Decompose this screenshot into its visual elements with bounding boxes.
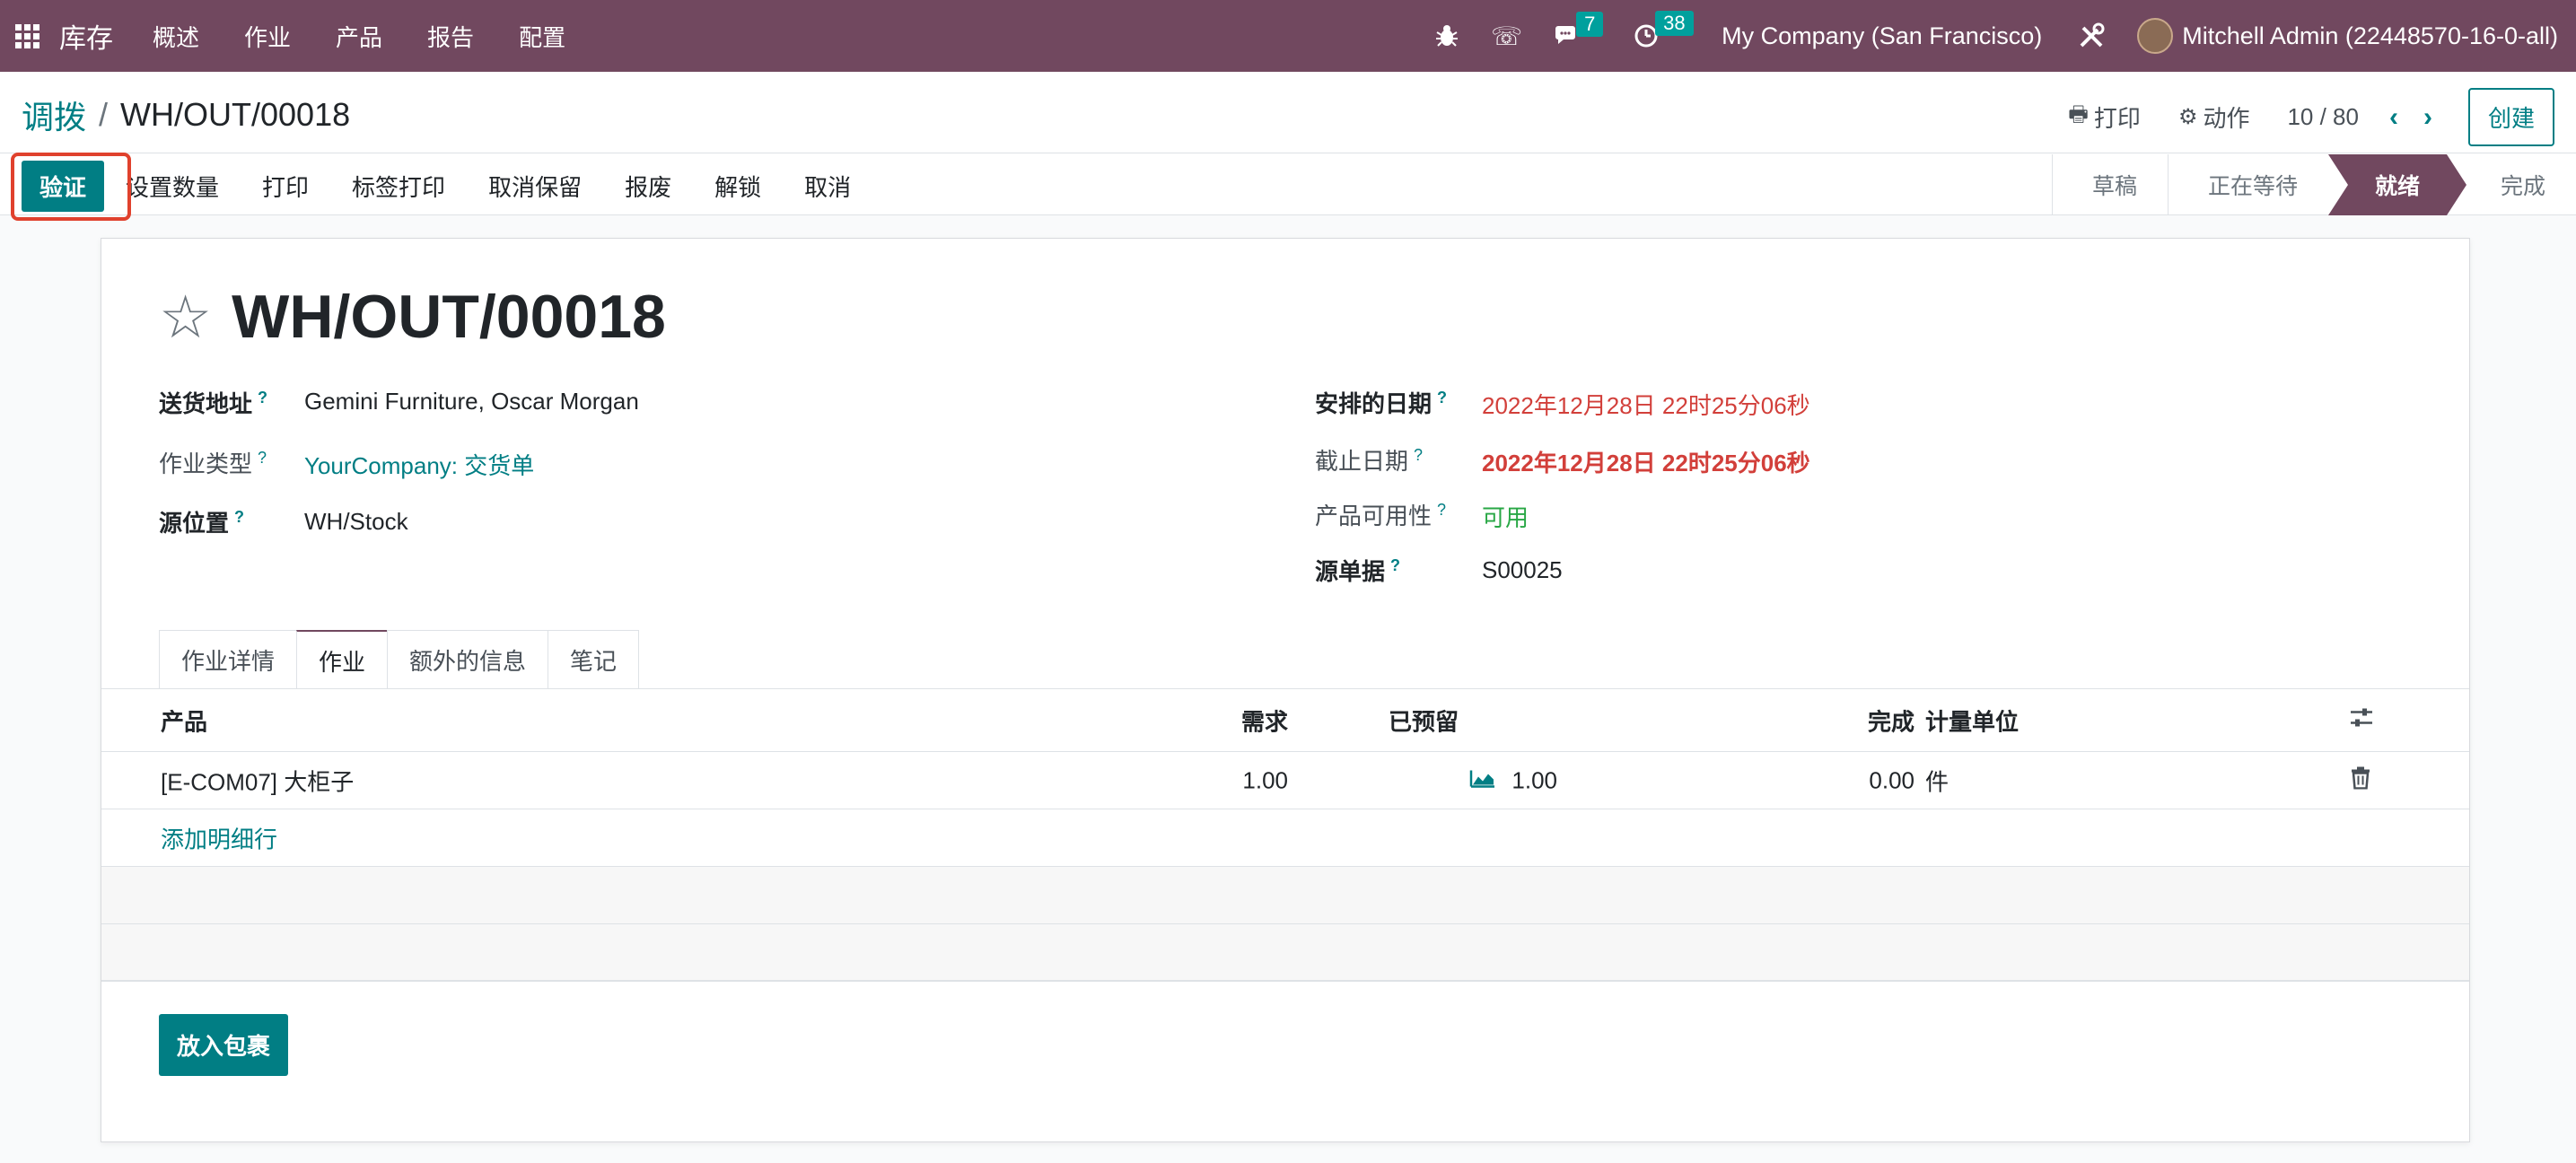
print-dropdown-label: 打印 (2093, 105, 2141, 132)
form-sheet: ☆ WH/OUT/00018 送货地址? Gemini Furniture, O… (101, 238, 2470, 1142)
row-product[interactable]: [E-COM07] 大柜子 (161, 764, 354, 797)
operation-type-label: 作业类型? (159, 449, 267, 477)
pager-previous-icon[interactable]: ‹ (2389, 102, 2398, 133)
control-panel: 调拨 / WH/OUT/00018 🖶 打印 ⚙ 动作 10 / 80 ‹ › … (0, 72, 2576, 215)
row-demand[interactable]: 1.00 (1242, 766, 1288, 794)
main-menu: 概述 作业 产品 报告 配置 (153, 20, 610, 53)
source-document-label: 源单据? (1315, 556, 1401, 585)
messages-count-badge: 7 (1576, 12, 1604, 37)
create-button[interactable]: 创建 (2467, 88, 2554, 146)
row-uom[interactable]: 件 (1925, 764, 1949, 797)
empty-row (101, 867, 2469, 924)
messages-icon[interactable]: 7 (1555, 12, 1604, 48)
status-draft[interactable]: 草稿 (2051, 154, 2168, 215)
activities-clock-icon[interactable]: 38 (1634, 11, 1694, 48)
delivery-address-value[interactable]: Gemini Furniture, Oscar Morgan (304, 388, 639, 415)
row-reserved: 1.00 (1511, 766, 1557, 793)
table-row[interactable]: [E-COM07] 大柜子 1.00 1.00 0.00 件 (101, 752, 2469, 809)
breadcrumb: 调拨 / WH/OUT/00018 (22, 92, 350, 138)
star-icon[interactable]: ☆ (159, 287, 212, 346)
record-title: WH/OUT/00018 (232, 283, 666, 351)
row-done[interactable]: 0.00 (1869, 766, 1914, 794)
tab-additional-info[interactable]: 额外的信息 (387, 630, 549, 689)
operations-table: 产品 需求 已预留 完成 计量单位 [E-COM07] 大柜子 1.00 1.0… (101, 689, 2469, 982)
menu-overview[interactable]: 概述 (153, 20, 199, 53)
empty-row (101, 924, 2469, 982)
add-line-link[interactable]: 添加明细行 (161, 821, 277, 854)
menu-configuration[interactable]: 配置 (519, 20, 565, 53)
apps-menu-button[interactable] (0, 0, 54, 72)
company-switcher[interactable]: My Company (San Francisco) (1722, 22, 2042, 50)
optional-columns-icon[interactable] (2349, 705, 2374, 735)
add-line-row: 添加明细行 (101, 809, 2469, 867)
tab-note[interactable]: 笔记 (548, 630, 640, 689)
phone-icon[interactable]: ☏ (1491, 22, 1522, 51)
pager-next-icon[interactable]: › (2423, 102, 2432, 133)
app-name[interactable]: 库存 (59, 16, 113, 56)
status-ready[interactable]: 就绪 (2328, 154, 2466, 215)
delivery-address-label: 送货地址? (159, 389, 268, 417)
scrap-button[interactable]: 报废 (625, 170, 671, 203)
apps-grid-icon (14, 23, 39, 48)
tab-operations[interactable]: 作业 (296, 630, 389, 689)
breadcrumb-current: WH/OUT/00018 (120, 96, 351, 133)
header-done[interactable]: 完成 (1868, 704, 1914, 737)
bug-icon[interactable] (1435, 23, 1459, 48)
notebook-tabs: 作业详情 作业 额外的信息 笔记 (159, 630, 640, 689)
validate-highlight-box (11, 153, 131, 221)
top-navbar: 库存 概述 作业 产品 报告 配置 ☏ 7 38 My Company (San… (0, 0, 2576, 72)
tab-operation-details[interactable]: 作业详情 (159, 630, 298, 689)
activities-count-badge: 38 (1655, 11, 1694, 36)
set-quantities-button[interactable]: 设置数量 (126, 170, 219, 203)
header-demand[interactable]: 需求 (1241, 704, 1288, 737)
source-document-value[interactable]: S00025 (1482, 556, 1563, 584)
menu-reporting[interactable]: 报告 (427, 20, 474, 53)
table-header: 产品 需求 已预留 完成 计量单位 (101, 689, 2469, 752)
action-dropdown-label: 动作 (2203, 105, 2250, 132)
deadline-value: 2022年12月28日 22时25分06秒 (1482, 450, 1810, 477)
status-waiting[interactable]: 正在等待 (2167, 154, 2328, 215)
user-name: Mitchell Admin (22448570-16-0-all) (2182, 22, 2558, 49)
availability-label: 产品可用性? (1315, 501, 1447, 529)
breadcrumb-separator: / (99, 96, 109, 133)
user-avatar (2137, 18, 2174, 54)
action-dropdown-button[interactable]: ⚙ 动作 (2178, 101, 2250, 134)
source-location-value[interactable]: WH/Stock (304, 508, 408, 536)
print-button[interactable]: 打印 (262, 170, 309, 203)
trash-icon[interactable] (2351, 765, 2370, 795)
gear-icon: ⚙ (2177, 105, 2198, 129)
scheduled-date-value[interactable]: 2022年12月28日 22时25分06秒 (1482, 388, 1810, 421)
header-product[interactable]: 产品 (161, 704, 207, 737)
operation-type-value[interactable]: YourCompany: 交货单 (304, 448, 534, 481)
put-in-pack-button[interactable]: 放入包裹 (159, 1014, 289, 1076)
breadcrumb-parent-link[interactable]: 调拨 (22, 92, 86, 138)
printer-icon: 🖶 (2068, 102, 2089, 127)
scheduled-date-label: 安排的日期? (1315, 389, 1448, 417)
header-uom[interactable]: 计量单位 (1925, 704, 2019, 737)
source-location-label: 源位置? (159, 508, 245, 537)
menu-operations[interactable]: 作业 (244, 20, 291, 53)
forecast-chart-icon[interactable] (1469, 766, 1496, 794)
label-print-button[interactable]: 标签打印 (352, 170, 445, 203)
debug-tools-icon[interactable] (2078, 22, 2105, 49)
availability-value: 可用 (1482, 504, 1529, 531)
status-bar: 草稿 正在等待 就绪 完成 (2051, 154, 2576, 215)
status-done[interactable]: 完成 (2461, 154, 2576, 215)
menu-products[interactable]: 产品 (336, 20, 382, 53)
unlock-button[interactable]: 解锁 (714, 170, 761, 203)
deadline-label: 截止日期? (1315, 446, 1424, 475)
header-reserved[interactable]: 已预留 (1389, 704, 1459, 737)
pager-value[interactable]: 10 / 80 (2287, 103, 2359, 131)
user-menu[interactable]: Mitchell Admin (22448570-16-0-all) (2137, 18, 2558, 54)
unreserve-button[interactable]: 取消保留 (488, 170, 582, 203)
print-dropdown-button[interactable]: 🖶 打印 (2068, 99, 2141, 136)
action-button-row: 验证 设置数量 打印 标签打印 取消保留 报废 解锁 取消 (22, 158, 851, 214)
cancel-button[interactable]: 取消 (804, 170, 851, 203)
